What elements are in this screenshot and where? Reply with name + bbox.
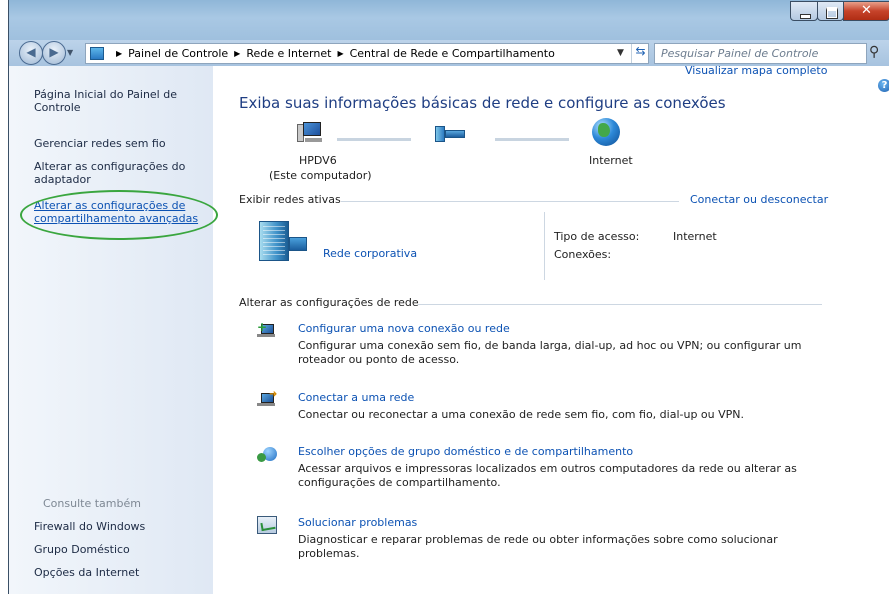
computer-name: HPDV6 bbox=[299, 154, 337, 167]
sidebar-item-internet-options[interactable]: Opções da Internet bbox=[34, 566, 209, 579]
vertical-divider bbox=[544, 212, 545, 280]
task-connect-network-desc: Conectar ou reconectar a uma conexão de … bbox=[298, 408, 744, 421]
back-arrow-icon: ◀ bbox=[26, 45, 36, 59]
troubleshoot-icon[interactable] bbox=[257, 516, 277, 534]
task-troubleshoot-desc: Diagnosticar e reparar problemas de rede… bbox=[298, 533, 778, 560]
connect-network-icon[interactable]: ➜ bbox=[257, 389, 277, 409]
sidebar-item-homegroup[interactable]: Grupo Doméstico bbox=[34, 543, 209, 556]
access-type-value: Internet bbox=[673, 230, 717, 243]
new-connection-icon[interactable]: + bbox=[257, 320, 277, 340]
close-button[interactable]: ✕ bbox=[843, 1, 889, 21]
task-homegroup-desc: Acessar arquivos e impressoras localizad… bbox=[298, 462, 797, 489]
breadcrumb-separator-icon[interactable]: ▶ bbox=[116, 49, 122, 58]
internet-globe-icon bbox=[592, 118, 620, 146]
sidebar-item-wireless[interactable]: Gerenciar redes sem fio bbox=[34, 137, 209, 150]
close-icon: ✕ bbox=[861, 3, 872, 18]
task-troubleshoot-link[interactable]: Solucionar problemas bbox=[298, 516, 417, 529]
control-panel-window: ✕ ◀ ▶ ▼ ▶ Painel de Controle ▶ Rede e Inter… bbox=[8, 0, 889, 594]
highlight-ellipse bbox=[20, 190, 218, 240]
homegroup-icon[interactable] bbox=[257, 445, 277, 463]
access-type-label: Tipo de acesso: bbox=[554, 230, 640, 243]
search-icon[interactable]: ⚲ bbox=[869, 44, 879, 60]
network-switch-icon bbox=[435, 126, 465, 142]
task-new-connection-link[interactable]: Configurar uma nova conexão ou rede bbox=[298, 322, 510, 335]
task-connect-network-link[interactable]: Conectar a uma rede bbox=[298, 391, 414, 404]
minimize-button[interactable] bbox=[790, 1, 818, 21]
section-divider bbox=[341, 201, 679, 202]
sidebar-item-firewall[interactable]: Firewall do Windows bbox=[34, 520, 209, 533]
breadcrumb-network-internet[interactable]: Rede e Internet bbox=[246, 47, 331, 60]
see-also-header: Consulte também bbox=[43, 497, 141, 510]
navigation-bar: ◀ ▶ ▼ ▶ Painel de Controle ▶ Rede e Interne… bbox=[9, 40, 889, 66]
maximize-button[interactable] bbox=[817, 1, 844, 21]
section-divider bbox=[418, 304, 822, 305]
sidebar: Página Inicial do Painel de Controle Ger… bbox=[9, 66, 213, 594]
breadcrumb-control-panel[interactable]: Painel de Controle bbox=[128, 47, 228, 60]
back-button[interactable]: ◀ bbox=[19, 41, 43, 65]
view-full-map-label: Visualizar mapa completo bbox=[685, 64, 828, 77]
breadcrumb-separator-icon[interactable]: ▶ bbox=[234, 49, 240, 58]
forward-button[interactable]: ▶ bbox=[42, 41, 66, 65]
breadcrumb-network-sharing-center[interactable]: Central de Rede e Compartilhamento bbox=[350, 47, 555, 60]
view-full-map-link[interactable]: Visualizar mapa completo bbox=[685, 64, 827, 77]
connections-label: Conexões: bbox=[554, 248, 612, 261]
corporate-network-link[interactable]: Rede corporativa bbox=[323, 247, 417, 260]
main-content: Exiba suas informações básicas de rede e… bbox=[213, 64, 889, 594]
sidebar-item-adapter[interactable]: Alterar as configurações do adaptador bbox=[34, 160, 194, 186]
recent-pages-dropdown[interactable]: ▼ bbox=[67, 48, 73, 57]
title-bar[interactable]: ✕ bbox=[9, 0, 889, 40]
network-center-icon bbox=[90, 47, 104, 60]
internet-label: Internet bbox=[589, 154, 633, 167]
forward-arrow-icon: ▶ bbox=[49, 45, 59, 59]
connection-line bbox=[337, 138, 411, 141]
active-networks-header: Exibir redes ativas bbox=[239, 193, 341, 206]
corporate-network-icon[interactable] bbox=[259, 221, 307, 261]
breadcrumb-separator-icon[interactable]: ▶ bbox=[337, 49, 343, 58]
task-homegroup-link[interactable]: Escolher opções de grupo doméstico e de … bbox=[298, 445, 633, 458]
change-settings-header: Alterar as configurações de rede bbox=[239, 296, 419, 309]
computer-sublabel: (Este computador) bbox=[269, 169, 372, 182]
address-bar[interactable]: ▶ Painel de Controle ▶ Rede e Internet ▶ Cent… bbox=[85, 43, 649, 64]
address-dropdown-icon[interactable]: ▼ bbox=[617, 48, 624, 58]
task-new-connection-desc: Configurar uma conexão sem fio, de banda… bbox=[298, 339, 802, 366]
computer-icon bbox=[297, 122, 323, 144]
search-input[interactable]: Pesquisar Painel de Controle bbox=[654, 43, 867, 64]
connection-line bbox=[495, 138, 569, 141]
search-placeholder: Pesquisar Painel de Controle bbox=[661, 47, 819, 60]
refresh-icon[interactable]: ⇆ bbox=[631, 44, 649, 63]
connect-disconnect-link[interactable]: Conectar ou desconectar bbox=[690, 193, 828, 206]
breadcrumb: ▶ Painel de Controle ▶ Rede e Internet ▶ Cent… bbox=[110, 47, 555, 60]
sidebar-item-home[interactable]: Página Inicial do Painel de Controle bbox=[34, 88, 194, 114]
page-title: Exiba suas informações básicas de rede e… bbox=[239, 94, 726, 112]
